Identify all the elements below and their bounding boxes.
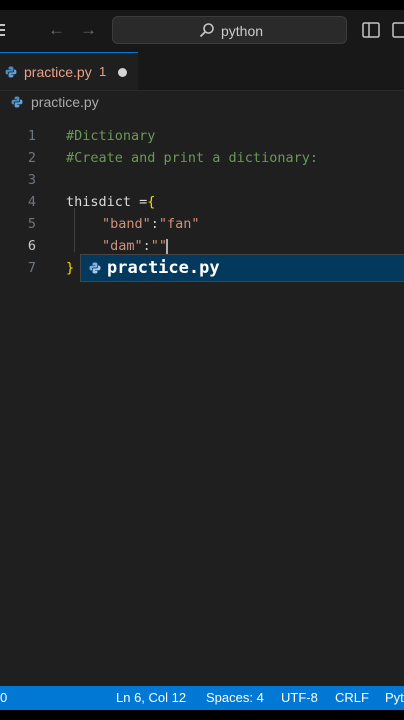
- suggestion-item[interactable]: practice.py: [81, 255, 404, 281]
- vscode-window: ← → python practice.py 1 practice.py 1 #…: [0, 10, 404, 710]
- tab-label: practice.py: [24, 64, 92, 80]
- status-problems[interactable]: 0: [0, 690, 7, 705]
- suggestion-widget: practice.py: [80, 254, 404, 282]
- code-line: }: [66, 260, 74, 276]
- toggle-panel-icon[interactable]: [392, 21, 404, 39]
- search-icon: [199, 23, 214, 38]
- status-bar: 0 Ln 6, Col 12 Spaces: 4 UTF-8 CRLF Pyth…: [0, 686, 404, 710]
- code-token: :: [142, 238, 151, 254]
- code-line: thisdict ={: [66, 194, 155, 210]
- status-language[interactable]: Python: [385, 690, 404, 705]
- code-token: "fan": [158, 216, 200, 232]
- code-line: "band":"fan": [102, 216, 200, 232]
- breadcrumb: practice.py: [0, 92, 404, 114]
- code-line: #Dictionary: [66, 128, 155, 144]
- problem-count-badge: 1: [99, 64, 107, 79]
- search-text: python: [221, 23, 264, 39]
- line-number: 1: [27, 128, 37, 144]
- line-number: 2: [27, 150, 37, 166]
- code-editor[interactable]: 1 #Dictionary 2 #Create and print a diction…: [0, 114, 404, 686]
- status-indentation[interactable]: Spaces: 4: [206, 690, 264, 705]
- line-number: 7: [27, 260, 37, 276]
- python-file-icon: [89, 262, 101, 274]
- toggle-sidebar-icon[interactable]: [362, 21, 380, 39]
- text-cursor: [166, 239, 168, 255]
- code-token: #Dictionary: [66, 128, 156, 144]
- tab-bar: practice.py 1: [0, 52, 404, 91]
- forward-arrow-icon[interactable]: →: [80, 20, 97, 40]
- code-token: "": [150, 238, 168, 254]
- python-file-icon: [11, 96, 23, 108]
- breadcrumb-file[interactable]: practice.py: [31, 94, 99, 110]
- line-number: 3: [27, 172, 37, 188]
- code-line: "dam":"": [102, 238, 167, 254]
- code-token: {: [147, 194, 156, 210]
- unsaved-dot-icon[interactable]: [118, 68, 127, 77]
- code-token: "dam": [102, 238, 143, 254]
- code-line: #Create and print a dictionary:: [66, 150, 318, 166]
- command-center-search[interactable]: python: [112, 16, 347, 44]
- tab-practice-py[interactable]: practice.py 1: [0, 52, 138, 90]
- code-token: }: [66, 260, 75, 276]
- menu-icon[interactable]: [0, 24, 5, 37]
- back-arrow-icon[interactable]: ←: [48, 20, 65, 40]
- code-token: :: [150, 216, 159, 232]
- line-number: 5: [27, 216, 37, 232]
- code-token: thisdict =: [66, 194, 148, 210]
- line-number: 4: [27, 194, 37, 210]
- python-file-icon: [5, 66, 17, 78]
- code-token: #Create and print a dictionary:: [66, 150, 318, 166]
- status-eol[interactable]: CRLF: [335, 690, 369, 705]
- suggestion-label: practice.py: [107, 258, 220, 278]
- line-number: 6: [27, 238, 37, 254]
- status-encoding[interactable]: UTF-8: [281, 690, 318, 705]
- status-cursor-position[interactable]: Ln 6, Col 12: [116, 690, 186, 705]
- indent-guide: [74, 208, 75, 252]
- code-token: "band": [102, 216, 151, 232]
- title-bar: ← → python: [0, 10, 404, 52]
